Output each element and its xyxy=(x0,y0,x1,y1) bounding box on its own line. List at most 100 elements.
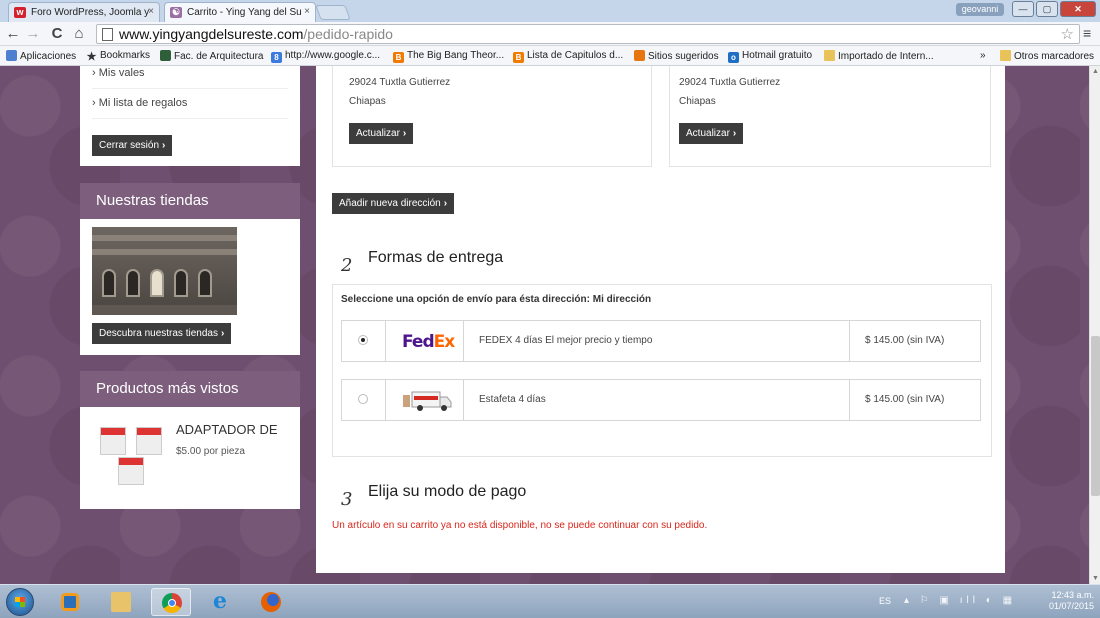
reload-icon[interactable]: C xyxy=(48,25,66,42)
chrome-taskbar-icon[interactable] xyxy=(151,588,191,616)
url-host: www.yingyangdelsureste.com xyxy=(119,26,304,42)
close-window-button[interactable]: ✕ xyxy=(1060,1,1096,17)
store-facade-image xyxy=(92,227,237,315)
address-card: 29024 Tuxtla Gutierrez Chiapas Actualiza… xyxy=(332,66,652,167)
tab-wordpress-forum[interactable]: w Foro WordPress, Joomla y × xyxy=(8,2,160,22)
product-name[interactable]: ADAPTADOR DE xyxy=(176,422,278,437)
update-address-button[interactable]: Actualizar › xyxy=(679,123,744,144)
bookmark-hotmail[interactable]: o Hotmail gratuito xyxy=(728,50,812,63)
radio-cell[interactable] xyxy=(342,380,386,420)
viewed-products-widget: Productos más vistos ADAPTADOR DE $5.00 … xyxy=(80,371,300,509)
bookmark-bookmarks[interactable]: ★ Bookmarks xyxy=(86,50,150,63)
link-lista-regalos[interactable]: › Mi lista de regalos xyxy=(92,97,187,109)
tab-close-icon[interactable]: × xyxy=(304,6,310,17)
outlook-icon: o xyxy=(728,52,739,63)
page-viewport: › Mis vales › Mi lista de regalos Cerrar… xyxy=(0,66,1089,584)
chevron-right-icon: › xyxy=(402,128,407,139)
profile-badge[interactable]: geovanni xyxy=(956,3,1004,16)
url-path: /pedido-rapido xyxy=(303,26,393,42)
clock[interactable]: 12:43 a.m. 01/07/2015 xyxy=(1049,590,1094,612)
discover-stores-label: Descubra nuestras tiendas xyxy=(99,328,218,339)
language-indicator[interactable]: ES xyxy=(879,596,891,606)
bookmark-otros-marcadores[interactable]: Otros marcadores xyxy=(1000,50,1094,62)
star-icon: ★ xyxy=(86,51,97,63)
start-button[interactable] xyxy=(6,588,34,616)
toolbar: ← → C ⌂ www.yingyangdelsureste.com/pedid… xyxy=(0,22,1100,46)
stores-widget-title: Nuestras tiendas xyxy=(80,183,300,219)
shipping-option-fedex[interactable]: FedEx FEDEX 4 días El mejor precio y tie… xyxy=(341,320,981,362)
radio-unselected[interactable] xyxy=(358,394,368,404)
maximize-button[interactable]: ▢ xyxy=(1036,1,1058,17)
bookmark-capitulos[interactable]: B Lista de Capitulos d... xyxy=(513,50,623,63)
bookmark-label: Aplicaciones xyxy=(20,51,77,62)
bookmark-label: Hotmail gratuito xyxy=(742,50,813,61)
radio-selected[interactable] xyxy=(358,335,368,345)
page-icon xyxy=(102,28,113,41)
apps-grid-icon xyxy=(6,50,17,61)
fedex-logo-fed: Fed xyxy=(402,332,435,352)
menu-icon[interactable]: ≡ xyxy=(1083,25,1091,41)
url-input[interactable]: www.yingyangdelsureste.com/pedido-rapido… xyxy=(96,24,1080,44)
chevron-right-icon: › xyxy=(220,328,225,339)
scrollbar-thumb[interactable] xyxy=(1091,336,1100,496)
suggested-icon xyxy=(634,50,645,61)
minimize-button[interactable]: — xyxy=(1012,1,1034,17)
discover-stores-button[interactable]: Descubra nuestras tiendas › xyxy=(92,323,232,344)
window-titlebar: w Foro WordPress, Joomla y × ☯ Carrito -… xyxy=(0,0,1100,22)
update-label: Actualizar xyxy=(686,128,730,139)
link-mis-vales[interactable]: › Mis vales xyxy=(92,67,145,79)
address-line: 29024 Tuxtla Gutierrez xyxy=(679,77,781,88)
bookmark-importado[interactable]: Importado de Intern... xyxy=(824,50,934,62)
blogger-icon: B xyxy=(513,52,524,63)
site-icon xyxy=(160,50,171,61)
wordpress-forum-icon: w xyxy=(14,7,26,18)
back-icon[interactable]: ← xyxy=(4,25,22,42)
bookmark-star-icon[interactable]: ☆ xyxy=(1061,25,1074,43)
tab-close-icon[interactable]: × xyxy=(148,6,154,17)
radio-cell[interactable] xyxy=(342,321,386,361)
address-card: 29024 Tuxtla Gutierrez Chiapas Actualiza… xyxy=(669,66,991,167)
folder-icon xyxy=(824,50,835,61)
yingyang-site-icon: ☯ xyxy=(170,7,182,18)
bookmark-label: http://www.google.c... xyxy=(285,50,381,61)
bookmark-aplicaciones[interactable]: Aplicaciones xyxy=(6,50,76,62)
update-address-button[interactable]: Actualizar › xyxy=(349,123,414,144)
chevron-right-icon: › xyxy=(732,128,737,139)
forward-icon[interactable]: → xyxy=(24,25,42,42)
fedex-logo: FedEx xyxy=(386,321,464,361)
google-icon: 8 xyxy=(271,52,282,63)
bookmark-label: Bookmarks xyxy=(100,50,151,61)
internet-explorer-icon[interactable]: e xyxy=(201,588,241,616)
step-number: 2 xyxy=(341,255,353,276)
bookmark-fac-arquitectura[interactable]: Fac. de Arquitectura xyxy=(160,50,264,62)
estafeta-truck-icon xyxy=(403,391,452,411)
scroll-down-icon[interactable]: ▼ xyxy=(1092,575,1099,582)
bookmark-sitios-sugeridos[interactable]: Sitios sugeridos xyxy=(634,50,719,62)
scroll-up-icon[interactable]: ▲ xyxy=(1092,68,1099,75)
home-icon[interactable]: ⌂ xyxy=(70,25,88,42)
bookmark-label: The Big Bang Theor... xyxy=(407,50,505,61)
divider xyxy=(92,118,288,119)
logout-button[interactable]: Cerrar sesión › xyxy=(92,135,173,156)
product-price: $5.00 por pieza xyxy=(176,446,245,457)
account-widget: › Mis vales › Mi lista de regalos Cerrar… xyxy=(80,66,300,166)
file-explorer-icon[interactable] xyxy=(101,588,141,616)
bookmarks-overflow[interactable]: » xyxy=(980,50,986,61)
shipping-option-estafeta[interactable]: Estafeta 4 días $ 145.00 (sin IVA) xyxy=(341,379,981,421)
bookmark-google[interactable]: 8 http://www.google.c... xyxy=(271,50,380,63)
clock-date: 01/07/2015 xyxy=(1048,601,1094,611)
bookmark-big-bang[interactable]: B The Big Bang Theor... xyxy=(393,50,504,63)
tab-label: Carrito - Ying Yang del Su xyxy=(187,7,302,18)
tab-carrito[interactable]: ☯ Carrito - Ying Yang del Su × xyxy=(164,2,316,22)
new-tab-button[interactable] xyxy=(315,5,351,20)
add-address-button[interactable]: Añadir nueva dirección › xyxy=(332,193,455,214)
address-line: Chiapas xyxy=(679,96,716,107)
firefox-icon[interactable] xyxy=(251,588,291,616)
page-scrollbar[interactable]: ▲ ▼ xyxy=(1089,66,1100,584)
product-thumbnail[interactable] xyxy=(100,427,168,491)
media-center-icon[interactable] xyxy=(50,588,90,616)
tray-icons[interactable]: ▴ ⚐ ▣ ıll ◐ ▦ xyxy=(904,595,1016,606)
step-title: Formas de entrega xyxy=(368,249,504,266)
viewed-products-title: Productos más vistos xyxy=(80,371,300,407)
logout-label: Cerrar sesión xyxy=(99,140,160,151)
